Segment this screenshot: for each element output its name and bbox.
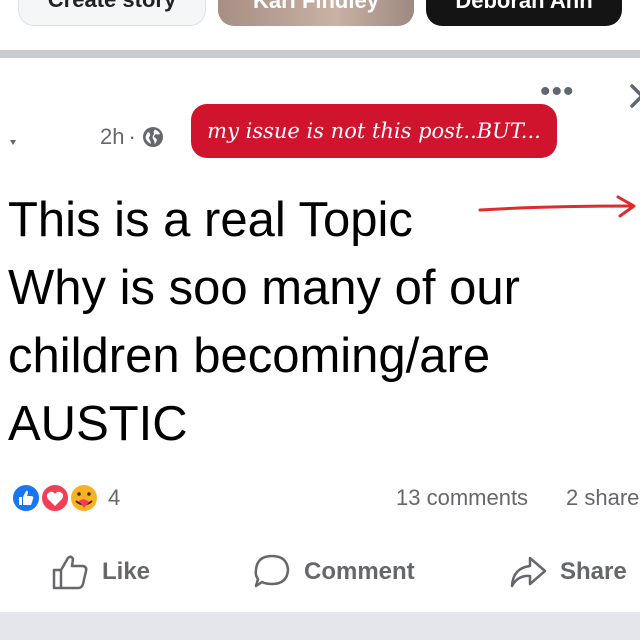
story-kari-findley[interactable]: Kari Findley	[218, 0, 414, 26]
like-button[interactable]: Like	[50, 550, 150, 594]
feed-divider	[0, 50, 640, 58]
post-line-4: AUSTIC	[8, 397, 188, 451]
post-meta: 2h ·	[100, 124, 164, 150]
love-reaction-icon	[40, 483, 70, 513]
globe-icon	[142, 127, 163, 147]
post-actions: Like Comment Share	[0, 550, 640, 594]
shares-count[interactable]: 2 shares	[566, 485, 640, 511]
comments-count[interactable]: 13 comments	[396, 485, 528, 511]
comment-label: Comment	[304, 558, 415, 585]
meta-separator: ·	[128, 124, 136, 149]
post-line-3: children becoming/are	[8, 329, 491, 383]
comment-bubble-icon	[254, 554, 290, 588]
comment-button[interactable]: Comment	[252, 550, 415, 594]
share-label: Share	[560, 558, 627, 585]
like-reaction-icon	[11, 483, 41, 513]
story-name: Deborah Ann	[455, 0, 593, 13]
reaction-count[interactable]: 4	[108, 485, 120, 511]
care-reaction-icon	[69, 483, 99, 513]
more-dots-icon[interactable]: •••	[540, 77, 575, 107]
post-time[interactable]: 2h	[100, 124, 124, 150]
post-line-2: Why is soo many of our	[8, 261, 520, 315]
close-icon[interactable]	[624, 78, 640, 112]
post-body: This is a real Topic Why is soo many of …	[8, 186, 608, 458]
red-arrow-annotation	[478, 195, 636, 218]
create-story-label: Create story	[48, 0, 176, 13]
like-label: Like	[102, 558, 151, 585]
caret-icon	[10, 140, 16, 145]
stories-strip: Create story Kari Findley Deborah Ann	[0, 0, 640, 50]
thumbs-up-icon	[52, 555, 88, 590]
share-button[interactable]: Share	[508, 550, 627, 594]
story-deborah-ann[interactable]: Deborah Ann	[426, 0, 622, 26]
create-story-button[interactable]: Create story	[18, 0, 206, 26]
share-arrow-icon	[510, 556, 547, 588]
reaction-icons[interactable]	[6, 481, 100, 515]
annotation-sticker: my issue is not this post..BUT...	[191, 104, 557, 158]
feed-divider-bottom	[0, 612, 640, 640]
story-name: Kari Findley	[253, 0, 379, 13]
